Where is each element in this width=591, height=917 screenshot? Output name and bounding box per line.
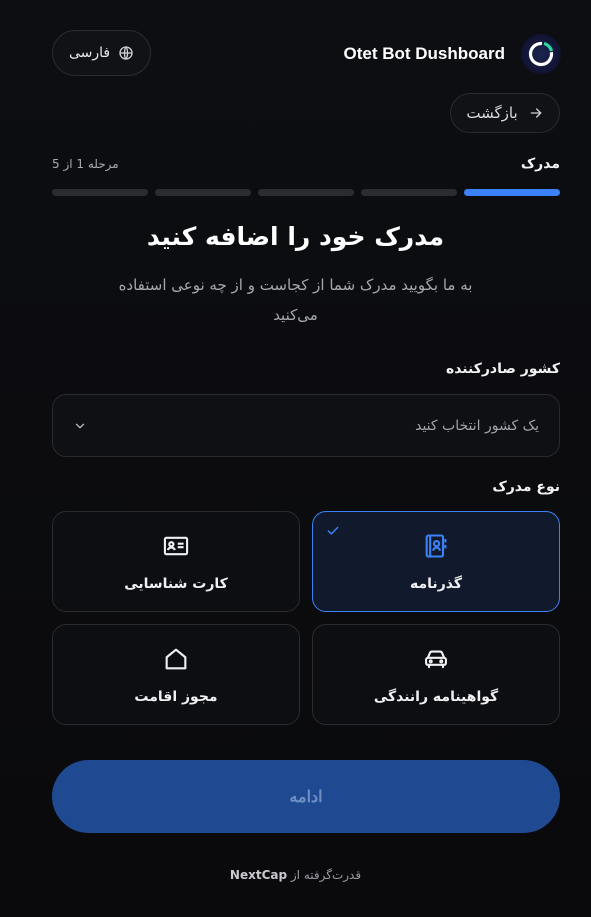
home-icon — [165, 648, 187, 669]
app-title: Otet Bot Dushboard — [343, 44, 506, 63]
doc-option-label: مجوز اقامت — [134, 688, 218, 705]
progress-segment — [155, 189, 251, 196]
doc-option-label: گواهینامه رانندگی — [373, 688, 499, 705]
id-card-icon — [163, 536, 189, 555]
doc-option-driving-license[interactable]: گواهینامه رانندگی — [312, 624, 560, 725]
globe-icon — [119, 46, 133, 60]
doc-option-residence-permit[interactable]: مجوز اقامت — [52, 624, 300, 725]
step-progress — [52, 189, 560, 196]
progress-segment — [52, 189, 148, 196]
doc-option-passport[interactable]: گذرنامه — [312, 511, 560, 612]
page-title: مدرک خود را اضافه کنید — [146, 222, 445, 251]
doc-option-label: گذرنامه — [410, 575, 462, 592]
doc-option-label: کارت شناسایی — [124, 575, 228, 592]
passport-icon — [425, 533, 447, 558]
powered-by-prefix: قدرت‌گرفته از — [290, 868, 362, 882]
progress-segment — [258, 189, 354, 196]
current-step-label: مدرک — [520, 156, 560, 172]
back-button[interactable]: بازگشت — [450, 93, 560, 133]
powered-by: قدرت‌گرفته از NextCap — [0, 868, 591, 882]
car-icon — [425, 649, 447, 668]
language-label: فارسی — [68, 45, 111, 61]
page: فارسی Otet Bot Dushboard بازگشت مدرک مرح… — [0, 0, 591, 917]
arrow-right-icon — [530, 108, 541, 118]
step-counter: مرحله 1 از 5 — [52, 157, 119, 171]
page-subtitle: به ما بگویید مدرک شما از کجاست و از چه ن… — [118, 276, 473, 324]
app-logo-icon — [521, 34, 561, 74]
powered-by-brand[interactable]: NextCap — [230, 868, 287, 882]
chevron-down-icon — [75, 423, 85, 428]
progress-segment — [361, 189, 457, 196]
progress-segment — [464, 189, 560, 196]
back-label: بازگشت — [466, 104, 518, 122]
country-select[interactable]: یک کشور انتخاب کنید — [52, 394, 560, 457]
brand: Otet Bot Dushboard — [343, 34, 561, 74]
country-placeholder: یک کشور انتخاب کنید — [415, 417, 539, 434]
country-label: کشور صادرکننده — [445, 361, 560, 377]
language-button[interactable]: فارسی — [52, 30, 151, 76]
document-type-label: نوع مدرک — [492, 479, 560, 495]
doc-option-id-card[interactable]: کارت شناسایی — [52, 511, 300, 612]
continue-button[interactable]: ادامه — [52, 760, 560, 833]
check-icon — [327, 526, 339, 535]
